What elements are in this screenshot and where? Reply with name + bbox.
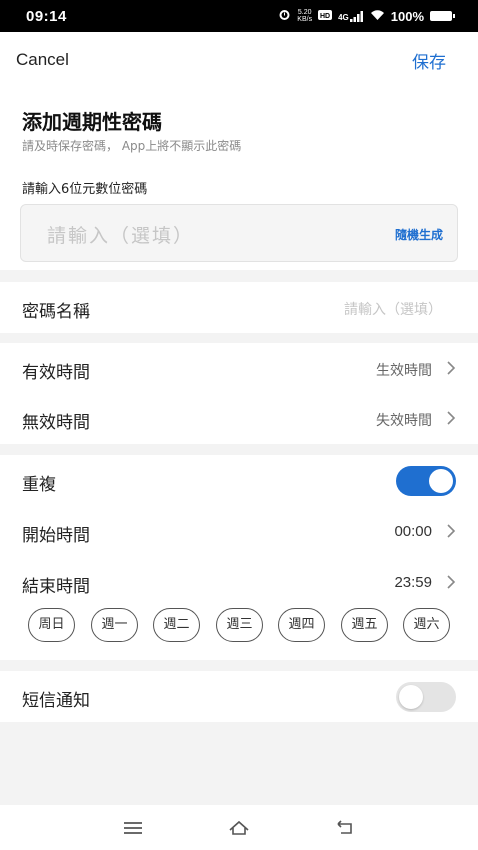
chevron-right-icon bbox=[447, 411, 456, 425]
sms-notification-row: 短信通知 bbox=[0, 671, 478, 722]
invalid-time-value: 失效時間 bbox=[376, 413, 432, 429]
end-time-value: 23:59 bbox=[394, 574, 432, 591]
weekday-mon[interactable]: 週一 bbox=[91, 608, 138, 642]
invalid-time-label: 無效時間 bbox=[22, 413, 90, 433]
chevron-right-icon bbox=[447, 575, 456, 589]
weekday-selector: 周日 週一 週二 週三 週四 週五 週六 bbox=[0, 608, 478, 660]
sms-toggle[interactable] bbox=[396, 682, 456, 712]
chevron-right-icon bbox=[447, 524, 456, 538]
weekday-sat[interactable]: 週六 bbox=[403, 608, 450, 642]
valid-time-row[interactable]: 有效時間 生效時間 bbox=[0, 343, 478, 394]
weekday-wed[interactable]: 週三 bbox=[216, 608, 263, 642]
page-title: 添加週期性密碼 bbox=[22, 110, 162, 134]
svg-text:HD: HD bbox=[320, 13, 330, 20]
toggle-knob bbox=[429, 469, 453, 493]
password-placeholder: 請輸入（選填） bbox=[47, 225, 195, 247]
toggle-knob bbox=[399, 685, 423, 709]
hd-icon: HD bbox=[318, 9, 333, 23]
chevron-right-icon bbox=[447, 361, 456, 375]
system-nav-bar bbox=[0, 805, 478, 850]
start-time-value: 00:00 bbox=[394, 523, 432, 540]
random-generate-button[interactable]: 隨機生成 bbox=[395, 226, 443, 243]
weekday-fri[interactable]: 週五 bbox=[341, 608, 388, 642]
page-subtitle: 請及時保存密碼， App上將不顯示此密碼 bbox=[22, 139, 242, 153]
status-bar: 09:14 5.20 KB/s HD 4G 100% bbox=[0, 0, 478, 32]
battery-percent: 100% bbox=[390, 8, 424, 24]
time-range-section: 有效時間 生效時間 無效時間 失效時間 bbox=[0, 343, 478, 444]
save-button[interactable]: 保存 bbox=[412, 48, 446, 73]
start-time-row[interactable]: 開始時間 00:00 bbox=[0, 506, 478, 557]
weekday-sun[interactable]: 周日 bbox=[28, 608, 75, 642]
valid-time-label: 有效時間 bbox=[22, 363, 90, 383]
invalid-time-row[interactable]: 無效時間 失效時間 bbox=[0, 393, 478, 444]
password-name-row[interactable]: 密碼名稱 請輸入（選填） bbox=[0, 282, 478, 333]
repeat-toggle[interactable] bbox=[396, 466, 456, 496]
status-icons: 5.20 KB/s HD 4G 100% bbox=[278, 8, 455, 24]
end-time-row[interactable]: 結束時間 23:59 bbox=[0, 557, 478, 608]
sms-label: 短信通知 bbox=[22, 691, 90, 711]
end-time-label: 結束時間 bbox=[22, 577, 90, 597]
menu-icon[interactable] bbox=[122, 817, 144, 839]
weekday-thu[interactable]: 週四 bbox=[278, 608, 325, 642]
top-bar: Cancel 保存 bbox=[0, 32, 478, 90]
weekday-tue[interactable]: 週二 bbox=[153, 608, 200, 642]
valid-time-value: 生效時間 bbox=[376, 363, 432, 379]
password-label: 請輸入6位元數位密碼 bbox=[22, 182, 148, 197]
password-name-input[interactable]: 請輸入（選填） bbox=[344, 299, 442, 319]
repeat-row: 重複 bbox=[0, 455, 478, 506]
alarm-icon bbox=[278, 8, 291, 24]
signal-4g-icon: 4G bbox=[338, 10, 364, 22]
back-icon[interactable] bbox=[334, 817, 356, 839]
password-name-label: 密碼名稱 bbox=[22, 302, 90, 322]
net-speed: 5.20 KB/s bbox=[297, 9, 313, 23]
repeat-label: 重複 bbox=[22, 475, 56, 495]
status-time: 09:14 bbox=[26, 7, 67, 25]
wifi-icon bbox=[370, 9, 385, 24]
password-input[interactable]: 請輸入（選填） 隨機生成 bbox=[20, 204, 458, 262]
cancel-button[interactable]: Cancel bbox=[16, 50, 69, 70]
start-time-label: 開始時間 bbox=[22, 526, 90, 546]
battery-icon bbox=[430, 11, 455, 21]
home-icon[interactable] bbox=[228, 817, 250, 839]
password-section: Cancel 保存 添加週期性密碼 請及時保存密碼， App上將不顯示此密碼 請… bbox=[0, 32, 478, 270]
